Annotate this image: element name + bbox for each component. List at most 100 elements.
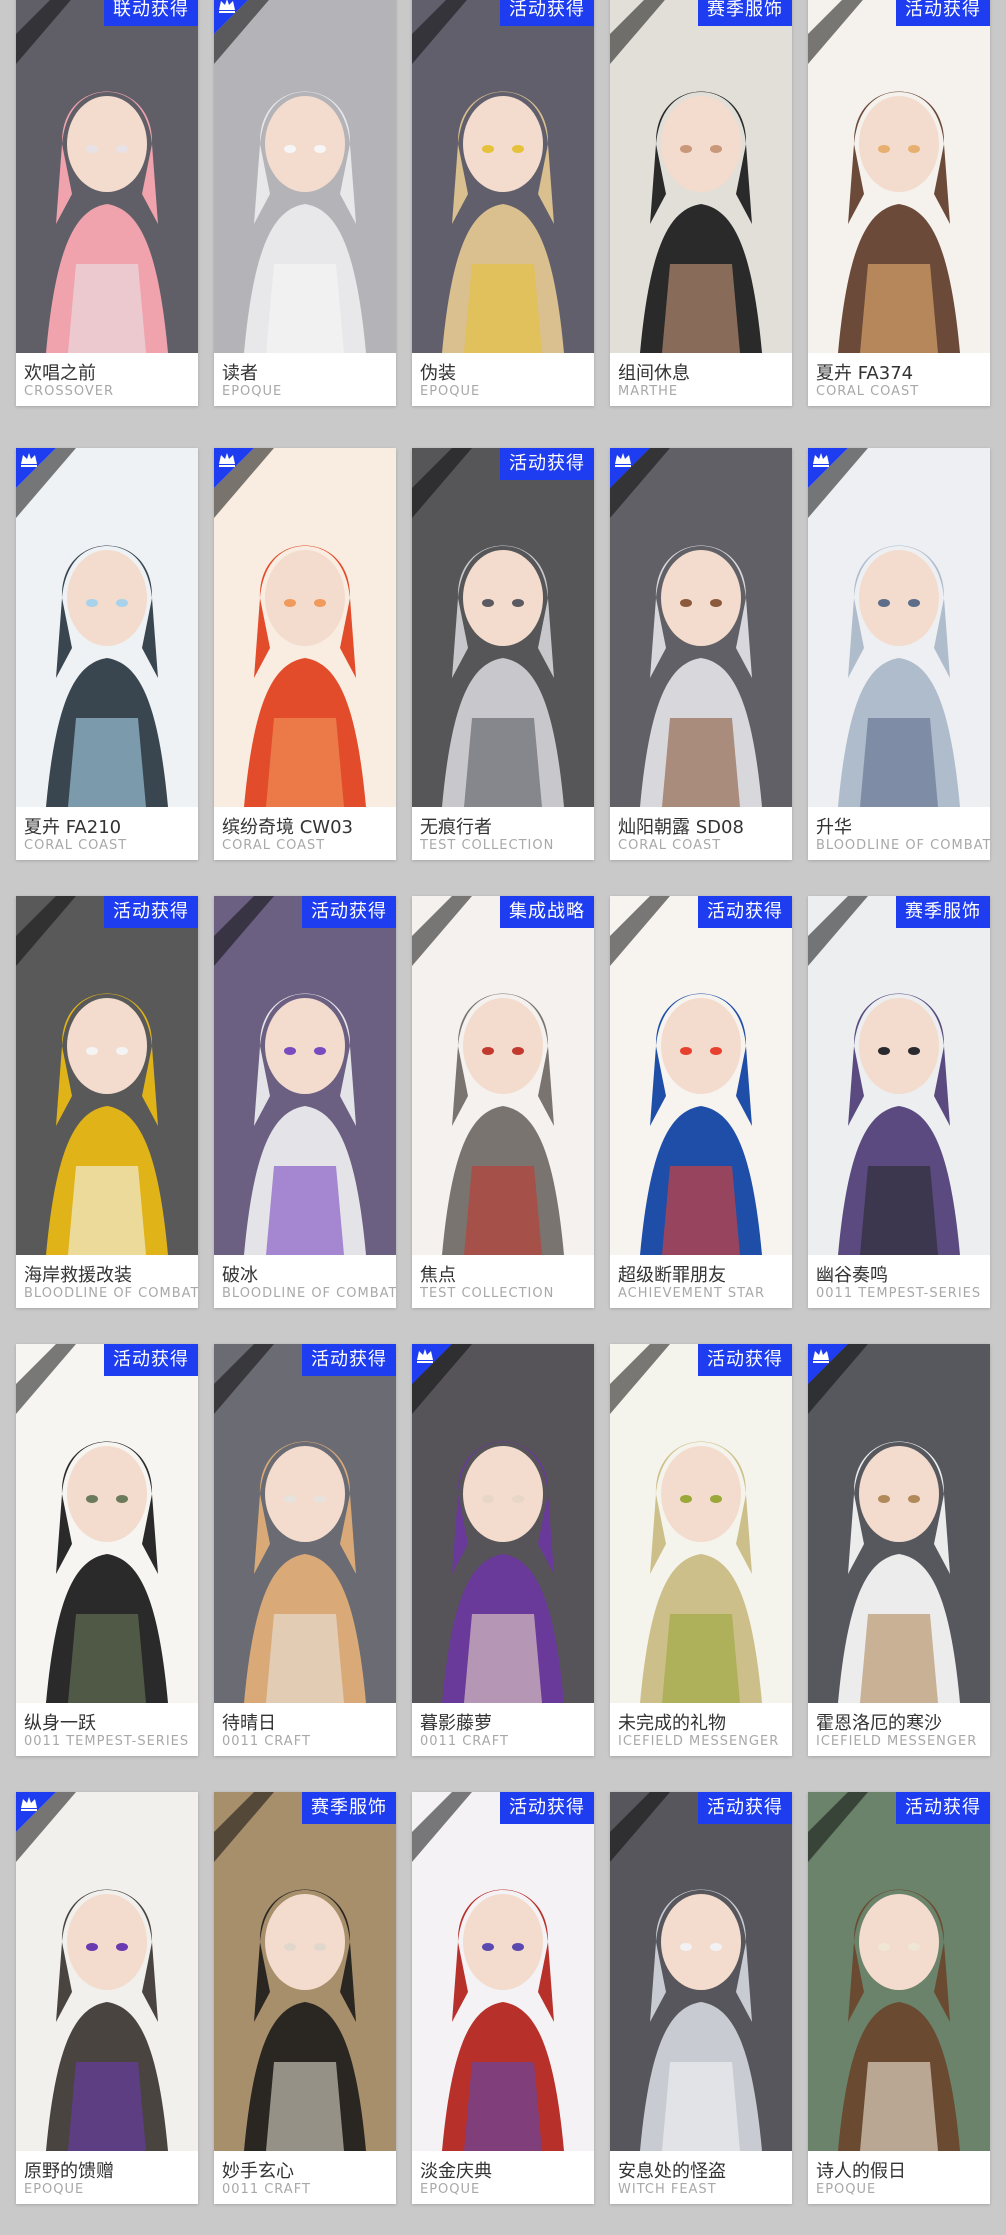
acquisition-tag: 活动获得 bbox=[896, 1792, 990, 1824]
skin-title: 诗人的假日 bbox=[816, 2161, 906, 2182]
acquisition-tag: 活动获得 bbox=[302, 1344, 396, 1376]
skin-card[interactable]: 缤纷奇境 CW03 CORAL COAST bbox=[214, 448, 396, 860]
skin-series: CORAL COAST bbox=[222, 838, 326, 853]
card-caption: 夏卉 FA210 CORAL COAST bbox=[16, 807, 198, 860]
skin-title: 淡金庆典 bbox=[420, 2161, 492, 2182]
skin-series: WITCH FEAST bbox=[618, 2182, 717, 2197]
skin-artwork bbox=[214, 448, 396, 807]
skin-card[interactable]: 活动获得无痕行者 TEST COLLECTION bbox=[412, 448, 594, 860]
skin-series: ICEFIELD MESSENGER bbox=[618, 1734, 780, 1749]
skin-series: TEST COLLECTION bbox=[420, 1286, 555, 1301]
skin-series: ICEFIELD MESSENGER bbox=[816, 1734, 978, 1749]
skin-title: 待晴日 bbox=[222, 1713, 276, 1734]
card-caption: 伪装 EPOQUE bbox=[412, 353, 594, 406]
skin-card[interactable]: 暮影藤萝 0011 CRAFT bbox=[412, 1344, 594, 1756]
skin-artwork bbox=[16, 1344, 198, 1703]
skin-card[interactable]: 赛季服饰 妙手玄心 0011 CRAFT bbox=[214, 1792, 396, 2204]
skin-grid: 联动获得 欢唱之前 CROSSOVER 读者 EPOQUE 活动获得 伪装 EPOQUE 赛季服… bbox=[0, 0, 1006, 2235]
skin-card[interactable]: 活动获得超级断罪朋友 ACHIEVEMENT STAR bbox=[610, 896, 792, 1308]
skin-card[interactable]: 活动获得 未完成的礼物 ICEFIELD MESSENGER bbox=[610, 1344, 792, 1756]
skin-series: TEST COLLECTION bbox=[420, 838, 555, 853]
skin-title: 霍恩洛厄的寒沙 bbox=[816, 1713, 942, 1734]
acquisition-tag: 活动获得 bbox=[500, 0, 594, 26]
card-caption: 组间休息 MARTHE bbox=[610, 353, 792, 406]
skin-card[interactable]: 读者 EPOQUE bbox=[214, 0, 396, 406]
skin-card[interactable]: 活动获得 纵身一跃 0011 TEMPEST-SERIES bbox=[16, 1344, 198, 1756]
acquisition-tag: 活动获得 bbox=[500, 1792, 594, 1824]
skin-title: 伪装 bbox=[420, 363, 456, 384]
skin-series: EPOQUE bbox=[816, 2182, 877, 2197]
skin-series: EPOQUE bbox=[420, 384, 481, 399]
skin-title: 升华 bbox=[816, 817, 852, 838]
skin-series: BLOODLINE OF COMBAT bbox=[222, 1286, 396, 1301]
acquisition-tag: 活动获得 bbox=[302, 896, 396, 928]
card-caption: 未完成的礼物 ICEFIELD MESSENGER bbox=[610, 1703, 792, 1756]
skin-card[interactable]: 活动获得 海岸救援改装 BLOODLINE OF COMBAT bbox=[16, 896, 198, 1308]
skin-series: 0011 CRAFT bbox=[420, 1734, 509, 1749]
skin-artwork bbox=[16, 448, 198, 807]
skin-series: ACHIEVEMENT STAR bbox=[618, 1286, 766, 1301]
skin-card[interactable]: 活动获得待晴日 0011 CRAFT bbox=[214, 1344, 396, 1756]
card-caption: 欢唱之前 CROSSOVER bbox=[16, 353, 198, 406]
skin-title: 夏卉 FA210 bbox=[24, 817, 122, 838]
skin-title: 读者 bbox=[222, 363, 258, 384]
skin-card[interactable]: 赛季服饰 幽谷奏鸣 0011 TEMPEST-SERIES bbox=[808, 896, 990, 1308]
skin-artwork bbox=[808, 0, 990, 353]
skin-title: 灿阳朝露 SD08 bbox=[618, 817, 744, 838]
skin-title: 焦点 bbox=[420, 1265, 456, 1286]
skin-card[interactable]: 霍恩洛厄的寒沙 ICEFIELD MESSENGER bbox=[808, 1344, 990, 1756]
card-caption: 待晴日 0011 CRAFT bbox=[214, 1703, 396, 1756]
skin-artwork bbox=[16, 0, 198, 353]
skin-card[interactable]: 活动获得安息处的怪盗 WITCH FEAST bbox=[610, 1792, 792, 2204]
skin-card[interactable]: 灿阳朝露 SD08 CORAL COAST bbox=[610, 448, 792, 860]
skin-title: 妙手玄心 bbox=[222, 2161, 294, 2182]
skin-card[interactable]: 夏卉 FA210 CORAL COAST bbox=[16, 448, 198, 860]
skin-card[interactable]: 赛季服饰 组间休息 MARTHE bbox=[610, 0, 792, 406]
skin-series: BLOODLINE OF COMBAT bbox=[24, 1286, 198, 1301]
skin-card[interactable]: 集成战略 焦点 TEST COLLECTION bbox=[412, 896, 594, 1308]
skin-title: 幽谷奏鸣 bbox=[816, 1265, 888, 1286]
skin-series: CORAL COAST bbox=[816, 384, 920, 399]
acquisition-tag: 活动获得 bbox=[698, 896, 792, 928]
skin-series: 0011 TEMPEST-SERIES bbox=[816, 1286, 982, 1301]
skin-artwork bbox=[610, 448, 792, 807]
acquisition-tag: 活动获得 bbox=[104, 1344, 198, 1376]
skin-series: BLOODLINE OF COMBAT bbox=[816, 838, 990, 853]
skin-title: 原野的馈赠 bbox=[24, 2161, 114, 2182]
acquisition-tag: 活动获得 bbox=[698, 1792, 792, 1824]
skin-title: 缤纷奇境 CW03 bbox=[222, 817, 353, 838]
skin-artwork bbox=[808, 896, 990, 1255]
card-caption: 霍恩洛厄的寒沙 ICEFIELD MESSENGER bbox=[808, 1703, 990, 1756]
skin-card[interactable]: 原野的馈赠 EPOQUE bbox=[16, 1792, 198, 2204]
skin-artwork bbox=[214, 0, 396, 353]
acquisition-tag: 活动获得 bbox=[500, 448, 594, 480]
skin-artwork bbox=[214, 1344, 396, 1703]
card-caption: 安息处的怪盗 WITCH FEAST bbox=[610, 2151, 792, 2204]
skin-card[interactable]: 活动获得 破冰 BLOODLINE OF COMBAT bbox=[214, 896, 396, 1308]
skin-title: 欢唱之前 bbox=[24, 363, 96, 384]
card-caption: 海岸救援改装 BLOODLINE OF COMBAT bbox=[16, 1255, 198, 1308]
skin-artwork bbox=[808, 1344, 990, 1703]
skin-card[interactable]: 联动获得欢唱之前 CROSSOVER bbox=[16, 0, 198, 406]
skin-title: 安息处的怪盗 bbox=[618, 2161, 726, 2182]
skin-artwork bbox=[16, 1792, 198, 2151]
skin-title: 超级断罪朋友 bbox=[618, 1265, 726, 1286]
card-caption: 淡金庆典 EPOQUE bbox=[412, 2151, 594, 2204]
acquisition-tag: 联动获得 bbox=[104, 0, 198, 26]
card-caption: 夏卉 FA374 CORAL COAST bbox=[808, 353, 990, 406]
skin-artwork bbox=[214, 1792, 396, 2151]
skin-card[interactable]: 活动获得 夏卉 FA374 CORAL COAST bbox=[808, 0, 990, 406]
skin-title: 夏卉 FA374 bbox=[816, 363, 914, 384]
skin-card[interactable]: 活动获得伪装 EPOQUE bbox=[412, 0, 594, 406]
card-caption: 焦点 TEST COLLECTION bbox=[412, 1255, 594, 1308]
crown-icon bbox=[613, 450, 633, 468]
skin-artwork bbox=[610, 1344, 792, 1703]
skin-card[interactable]: 活动获得诗人的假日 EPOQUE bbox=[808, 1792, 990, 2204]
card-caption: 灿阳朝露 SD08 CORAL COAST bbox=[610, 807, 792, 860]
skin-series: CROSSOVER bbox=[24, 384, 114, 399]
skin-card[interactable]: 活动获得淡金庆典 EPOQUE bbox=[412, 1792, 594, 2204]
skin-card[interactable]: 升华 BLOODLINE OF COMBAT bbox=[808, 448, 990, 860]
skin-series: CORAL COAST bbox=[618, 838, 722, 853]
card-caption: 无痕行者 TEST COLLECTION bbox=[412, 807, 594, 860]
skin-title: 暮影藤萝 bbox=[420, 1713, 492, 1734]
